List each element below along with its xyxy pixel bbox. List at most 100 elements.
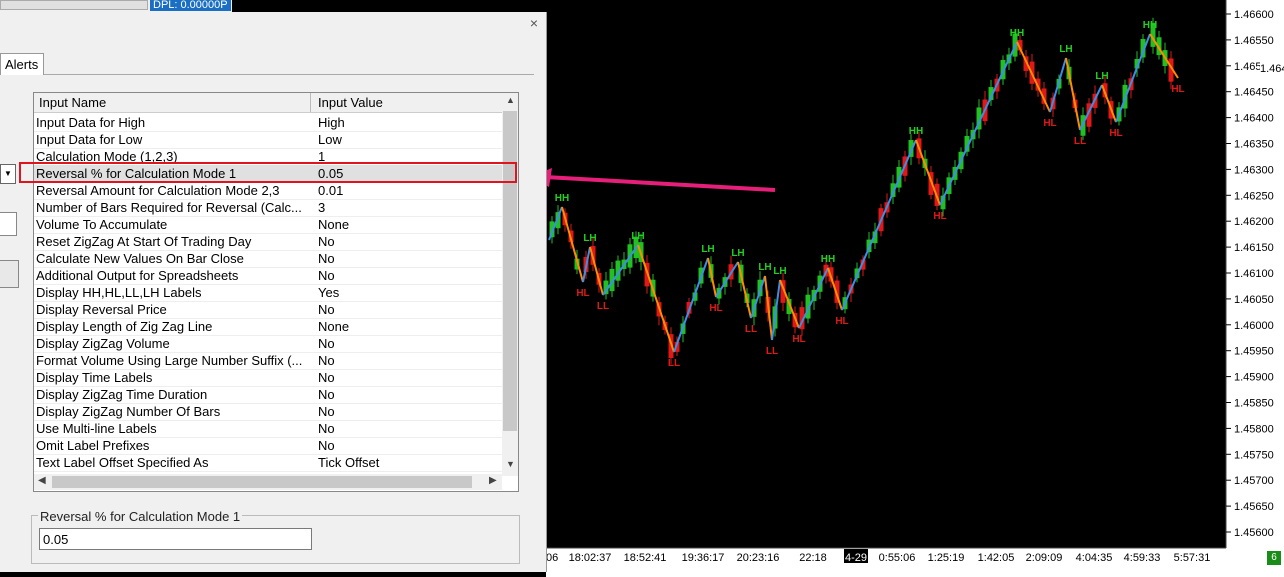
time-tick-label: 1:25:19 xyxy=(928,552,965,564)
price-tick-label: 1.46200 xyxy=(1234,216,1274,228)
input-value-cell[interactable]: No xyxy=(318,336,335,351)
input-value-cell[interactable]: 0.01 xyxy=(318,183,343,198)
reversal-value-input[interactable]: 0.05 xyxy=(39,528,312,550)
input-value-cell[interactable]: No xyxy=(318,421,335,436)
dropdown-arrow-icon[interactable]: ▼ xyxy=(0,164,16,184)
price-tick-label: 1.45800 xyxy=(1234,423,1274,435)
input-name-cell: Omit Label Prefixes xyxy=(36,438,150,453)
table-row[interactable]: Format Volume Using Large Number Suffix … xyxy=(34,352,502,370)
zigzag-segment xyxy=(715,261,739,298)
input-name-cell: Display ZigZag Volume xyxy=(36,336,170,351)
toolbar-scrollbar[interactable] xyxy=(0,0,148,10)
input-name-cell: Number of Bars Required for Reversal (Ca… xyxy=(36,200,302,215)
corner-badge: 6 xyxy=(1267,551,1281,565)
table-row[interactable]: Text Label Offset Specified As Tick Offse… xyxy=(34,454,502,472)
table-row[interactable]: Reset ZigZag At Start Of Trading Day No xyxy=(34,233,502,251)
input-name-cell: Display ZigZag Time Duration xyxy=(36,387,208,402)
time-tick-label: 2:09:09 xyxy=(1026,552,1063,564)
table-row[interactable]: Use Multi-line Labels No xyxy=(34,420,502,438)
table-row[interactable]: Additional Output for Spreadsheets No xyxy=(34,267,502,285)
time-tick-label: 22:18 xyxy=(799,552,827,564)
pivot-label: LL xyxy=(597,301,609,312)
horizontal-scrollbar[interactable]: ◀ ▶ xyxy=(34,474,502,490)
table-row[interactable]: Display ZigZag Time Duration No xyxy=(34,386,502,404)
input-value-cell[interactable]: No xyxy=(318,353,335,368)
table-row[interactable]: Reversal Amount for Calculation Mode 2,3… xyxy=(34,182,502,200)
table-row[interactable]: Number of Bars Required for Reversal (Ca… xyxy=(34,199,502,217)
zigzag-segment xyxy=(841,139,917,311)
zigzag-segment xyxy=(673,257,709,353)
table-row[interactable]: Omit Label Prefixes No xyxy=(34,437,502,455)
time-tick-label: 0:55:06 xyxy=(879,552,916,564)
close-icon[interactable]: × xyxy=(530,16,538,30)
vertical-scrollbar[interactable]: ▲ ▼ xyxy=(502,93,518,476)
table-row[interactable]: Calculate New Values On Bar Close No xyxy=(34,250,502,268)
zigzag-segment xyxy=(737,261,752,319)
table-row[interactable]: Volume To Accumulate None xyxy=(34,216,502,234)
price-tick-label: 1.46000 xyxy=(1234,320,1274,332)
scroll-right-icon[interactable]: ▶ xyxy=(489,475,497,486)
input-value-cell[interactable]: High xyxy=(318,115,345,130)
price-tick-label: 1.46100 xyxy=(1234,268,1274,280)
horizontal-scroll-thumb[interactable] xyxy=(52,476,472,488)
price-tick-label: 1.46300 xyxy=(1234,164,1274,176)
input-name-cell: Display ZigZag Number Of Bars xyxy=(36,404,221,419)
pivot-label: LL xyxy=(745,324,757,335)
table-row[interactable]: Display HH,HL,LL,LH Labels Yes xyxy=(34,284,502,302)
input-name-cell: Format Volume Using Large Number Suffix … xyxy=(36,353,303,368)
zigzag-segment xyxy=(827,267,843,311)
left-input-field[interactable] xyxy=(0,212,17,236)
zigzag-segment xyxy=(602,244,639,296)
vertical-scroll-thumb[interactable] xyxy=(503,111,517,431)
input-value-cell[interactable]: No xyxy=(318,234,335,249)
column-header-input-value[interactable]: Input Value xyxy=(318,95,383,110)
input-name-cell: Display Length of Zig Zag Line xyxy=(36,319,213,334)
table-row[interactable]: Display Length of Zig Zag Line None xyxy=(34,318,502,336)
tab-divider xyxy=(44,74,534,75)
time-tick-label: 4:04:35 xyxy=(1076,552,1113,564)
table-row[interactable]: Input Data for Low Low xyxy=(34,131,502,149)
input-value-cell[interactable]: No xyxy=(318,370,335,385)
input-value-cell[interactable]: No xyxy=(318,251,335,266)
input-value-cell[interactable]: No xyxy=(318,438,335,453)
pivot-label: HL xyxy=(933,211,946,222)
time-tick-label: 1:42:05 xyxy=(978,552,1015,564)
left-button[interactable] xyxy=(0,260,19,288)
input-value-cell[interactable]: Yes xyxy=(318,285,339,300)
table-row[interactable]: Display Time Labels No xyxy=(34,369,502,387)
top-toolbar: DPL: 0.00000P xyxy=(0,0,232,12)
table-row[interactable]: Display ZigZag Volume No xyxy=(34,335,502,353)
input-name-cell: Input Data for Low xyxy=(36,132,143,147)
input-value-cell[interactable]: No xyxy=(318,387,335,402)
time-tick-label: 20:23:16 xyxy=(737,552,780,564)
zigzag-segment xyxy=(1016,41,1051,113)
price-tick-label: 1.46050 xyxy=(1234,294,1274,306)
scroll-down-icon[interactable]: ▼ xyxy=(506,459,515,469)
scroll-left-icon[interactable]: ◀ xyxy=(38,475,46,486)
zigzag-segment xyxy=(1065,57,1081,131)
input-value-cell[interactable]: 3 xyxy=(318,200,325,215)
price-tick-label: 1.45850 xyxy=(1234,398,1274,410)
input-value-cell[interactable]: No xyxy=(318,404,335,419)
table-row[interactable]: Input Data for High High xyxy=(34,114,502,132)
input-value-cell[interactable]: Low xyxy=(318,132,342,147)
input-value-cell[interactable]: None xyxy=(318,319,349,334)
table-row[interactable]: Display ZigZag Number Of Bars No xyxy=(34,403,502,421)
time-tick-label: 18:52:41 xyxy=(624,552,667,564)
pivot-label: HL xyxy=(1043,118,1056,129)
scroll-up-icon[interactable]: ▲ xyxy=(506,95,515,105)
input-value-cell[interactable]: Tick Offset xyxy=(318,455,379,470)
table-row[interactable]: Display Reversal Price No xyxy=(34,301,502,319)
grid-header: Input Name Input Value xyxy=(34,93,502,113)
pivot-label: LH xyxy=(631,231,644,242)
column-header-input-name[interactable]: Input Name xyxy=(39,95,106,110)
tab-alerts[interactable]: Alerts xyxy=(0,53,44,75)
input-name-cell: Reversal Amount for Calculation Mode 2,3 xyxy=(36,183,280,198)
pivot-label: LH xyxy=(583,233,596,244)
pivot-label: LH xyxy=(1059,44,1072,55)
input-value-cell[interactable]: None xyxy=(318,217,349,232)
input-value-cell[interactable]: No xyxy=(318,302,335,317)
input-value-cell[interactable]: No xyxy=(318,268,335,283)
time-tick-label: 4-29 xyxy=(845,552,867,564)
input-name-cell: Volume To Accumulate xyxy=(36,217,168,232)
